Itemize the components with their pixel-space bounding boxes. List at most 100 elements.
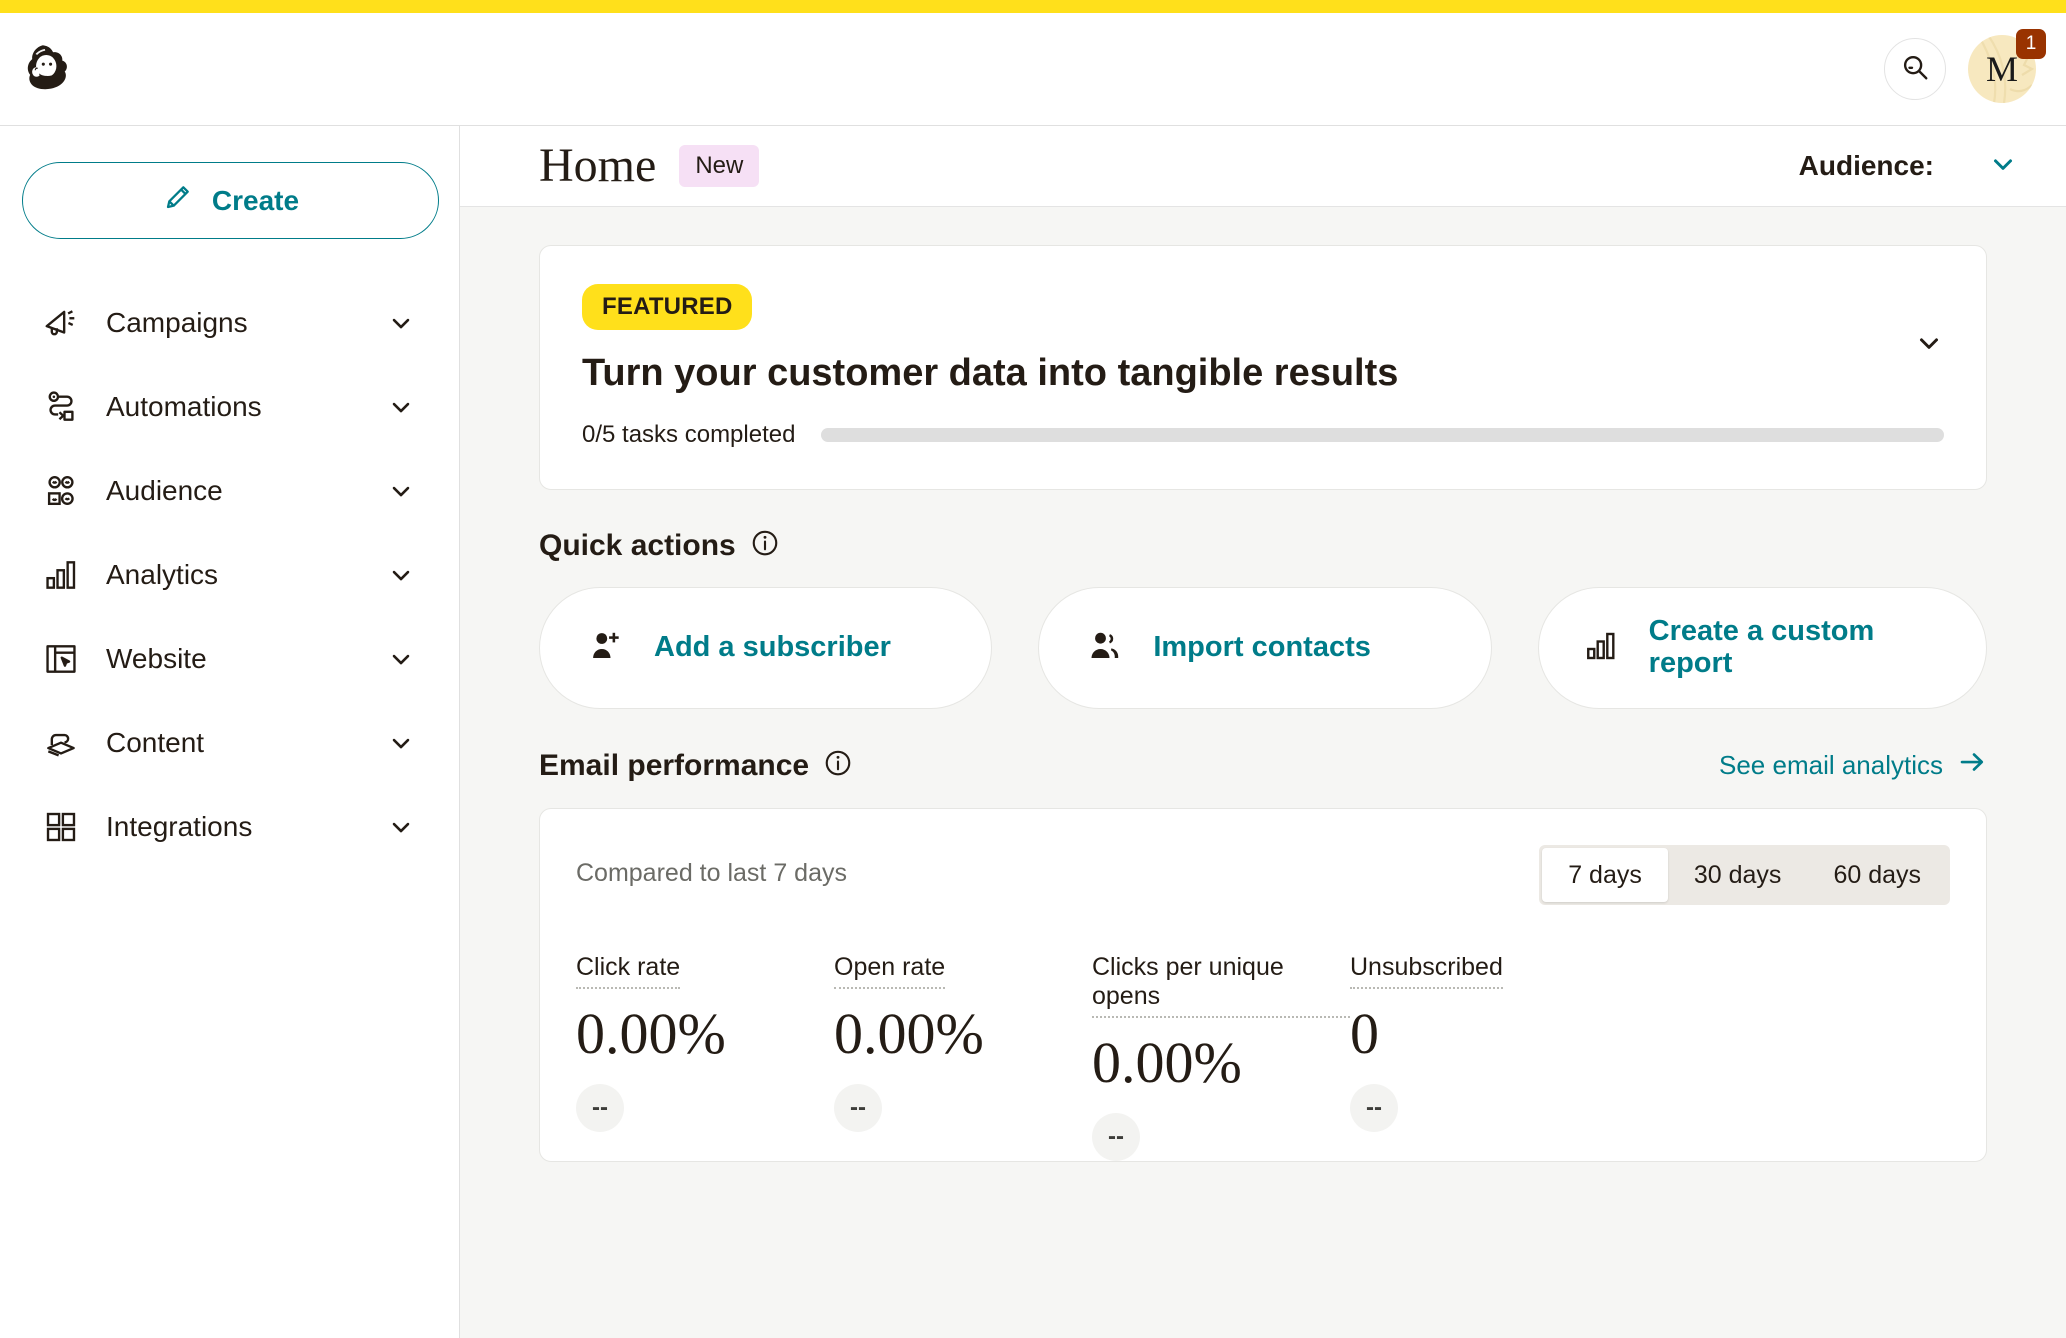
people-group-icon xyxy=(38,472,84,510)
chevron-down-icon[interactable] xyxy=(387,813,415,841)
metric-delta: -- xyxy=(576,1083,624,1132)
metric-unsubscribed: Unsubscribed 0 -- xyxy=(1350,953,1503,1161)
featured-card: FEATURED Turn your customer data into ta… xyxy=(539,245,1987,490)
metrics-row: Click rate 0.00% -- Open rate 0.00% -- C… xyxy=(576,953,1950,1161)
metric-label[interactable]: Open rate xyxy=(834,953,946,989)
quick-action-import-contacts[interactable]: Import contacts xyxy=(1038,587,1492,709)
metric-delta: -- xyxy=(834,1083,882,1132)
chevron-down-icon[interactable] xyxy=(387,645,415,673)
quick-actions-row: Add a subscriber Import contacts Create … xyxy=(539,587,1987,709)
bar-chart-icon xyxy=(1583,628,1619,669)
audience-selector-label: Audience: xyxy=(1798,150,1934,181)
range-7-days[interactable]: 7 days xyxy=(1542,848,1668,902)
sidebar-item-label: Campaigns xyxy=(106,307,248,338)
topbar-actions: M 1 xyxy=(1884,29,2046,103)
sidebar-item-integrations[interactable]: Integrations xyxy=(22,785,437,869)
metric-label[interactable]: Clicks per unique opens xyxy=(1092,953,1350,1018)
quick-action-label: Import contacts xyxy=(1153,631,1371,664)
chevron-down-icon[interactable] xyxy=(387,477,415,505)
user-plus-icon xyxy=(588,628,624,669)
account-avatar[interactable]: M 1 xyxy=(1968,29,2046,103)
email-performance-card-top: Compared to last 7 days 7 days 30 days 6… xyxy=(576,845,1950,905)
sidebar-item-label: Audience xyxy=(106,475,223,506)
sidebar-item-label: Automations xyxy=(106,391,262,422)
range-60-days[interactable]: 60 days xyxy=(1807,848,1947,902)
sidebar-item-label: Integrations xyxy=(106,811,253,842)
chevron-down-icon xyxy=(1988,149,2018,184)
see-email-analytics-label: See email analytics xyxy=(1719,750,1943,780)
metric-open-rate: Open rate 0.00% -- xyxy=(834,953,1092,1161)
metric-value: 0.00% xyxy=(834,1001,984,1066)
chevron-down-icon[interactable] xyxy=(387,393,415,421)
metric-clicks-per-unique-opens: Clicks per unique opens 0.00% -- xyxy=(1092,953,1350,1161)
metric-value: 0 xyxy=(1350,1001,1379,1066)
quick-action-label: Add a subscriber xyxy=(654,631,891,664)
featured-tag: FEATURED xyxy=(582,284,753,330)
email-performance-title-group: Email performance xyxy=(539,748,853,783)
chevron-down-icon[interactable] xyxy=(387,729,415,757)
website-cursor-icon xyxy=(38,640,84,678)
see-email-analytics-link[interactable]: See email analytics xyxy=(1719,747,1987,784)
featured-title: Turn your customer data into tangible re… xyxy=(582,352,1399,394)
top-bar: M 1 xyxy=(0,13,2066,126)
email-performance-header: Email performance See email analytics xyxy=(539,747,1987,784)
bar-chart-icon xyxy=(38,556,84,594)
sidebar: Create Campaigns Automations Audience An… xyxy=(0,126,460,1338)
email-performance-title: Email performance xyxy=(539,748,810,782)
featured-collapse-button[interactable] xyxy=(1914,328,1944,363)
quick-action-label: Create a custom report xyxy=(1648,615,1875,679)
quick-action-add-subscriber[interactable]: Add a subscriber xyxy=(539,587,993,709)
main-content: Home New Audience: FEATURED Turn your cu… xyxy=(460,126,2066,1338)
create-button[interactable]: Create xyxy=(22,162,439,239)
automation-path-icon xyxy=(38,388,84,426)
metric-value: 0.00% xyxy=(576,1001,726,1066)
notification-badge[interactable]: 1 xyxy=(2016,29,2046,59)
content-scroll-area: FEATURED Turn your customer data into ta… xyxy=(460,207,2066,1338)
search-icon xyxy=(1900,52,1930,87)
chevron-down-icon[interactable] xyxy=(387,561,415,589)
metric-label[interactable]: Unsubscribed xyxy=(1350,953,1503,989)
sidebar-item-audience[interactable]: Audience xyxy=(22,449,437,533)
sidebar-item-label: Website xyxy=(106,643,207,674)
grid-squares-icon xyxy=(38,808,84,846)
sidebar-item-content[interactable]: Content xyxy=(22,701,437,785)
metric-label[interactable]: Click rate xyxy=(576,953,681,989)
page-title: Home xyxy=(539,139,657,192)
featured-progress: 0/5 tasks completed xyxy=(582,421,1944,449)
megaphone-icon xyxy=(38,304,84,342)
quick-actions-header: Quick actions xyxy=(539,528,1987,563)
content-stack-icon xyxy=(38,724,84,762)
info-circle-icon[interactable] xyxy=(750,528,780,563)
range-30-days[interactable]: 30 days xyxy=(1668,848,1808,902)
metric-delta: -- xyxy=(1092,1112,1140,1161)
pencil-icon xyxy=(162,181,194,220)
sidebar-item-label: Analytics xyxy=(106,559,219,590)
chevron-down-icon[interactable] xyxy=(387,309,415,337)
date-range-toggle: 7 days 30 days 60 days xyxy=(1539,845,1950,905)
create-button-label: Create xyxy=(211,184,300,216)
metric-delta: -- xyxy=(1350,1083,1398,1132)
info-circle-icon[interactable] xyxy=(823,748,853,783)
new-badge: New xyxy=(679,145,760,187)
sidebar-item-website[interactable]: Website xyxy=(22,617,437,701)
quick-action-create-custom-report[interactable]: Create a custom report xyxy=(1537,587,1987,709)
app-root: M 1 Create Campaigns Automations Audienc… xyxy=(0,0,2066,1338)
audience-selector[interactable]: Audience: xyxy=(1799,149,2036,184)
sidebar-item-analytics[interactable]: Analytics xyxy=(22,533,437,617)
sidebar-item-label: Content xyxy=(106,727,205,758)
sidebar-item-automations[interactable]: Automations xyxy=(22,365,437,449)
page-header: Home New Audience: xyxy=(460,126,2066,207)
progress-bar-track xyxy=(821,428,1944,442)
arrow-right-icon xyxy=(1957,747,1987,784)
compared-to-label: Compared to last 7 days xyxy=(576,859,847,887)
sidebar-item-campaigns[interactable]: Campaigns xyxy=(22,281,437,365)
brand-top-strip xyxy=(0,0,2066,13)
email-performance-card: Compared to last 7 days 7 days 30 days 6… xyxy=(539,808,1987,1162)
metric-value: 0.00% xyxy=(1092,1030,1242,1095)
metric-click-rate: Click rate 0.00% -- xyxy=(576,953,834,1161)
quick-actions-title-group: Quick actions xyxy=(539,528,780,563)
quick-actions-title: Quick actions xyxy=(539,528,736,562)
mailchimp-logo[interactable] xyxy=(22,38,84,100)
avatar-initial: M xyxy=(1985,49,2018,89)
search-button[interactable] xyxy=(1884,38,1946,100)
